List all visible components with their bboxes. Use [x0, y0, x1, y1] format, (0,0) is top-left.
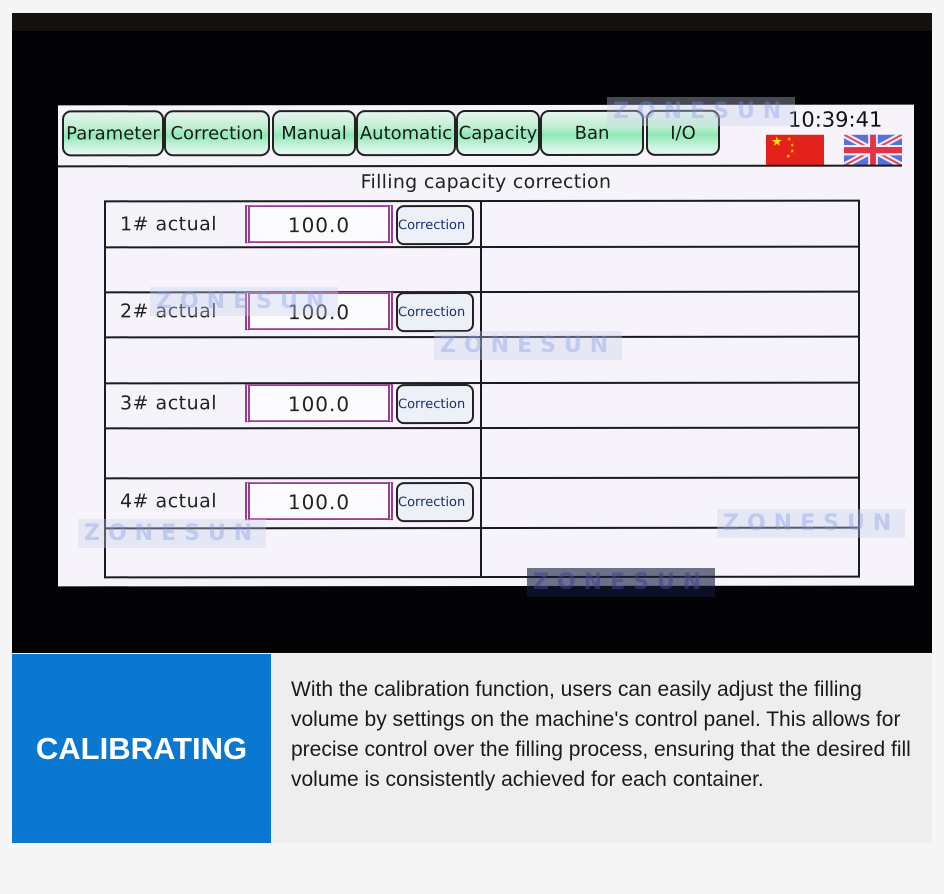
tab-manual[interactable]: Manual: [272, 110, 356, 157]
nozzle-row-3: 3# actual 100.0 Correction: [106, 382, 480, 426]
hmi-screen: Parameter Correction Manual Automatic Ca…: [58, 104, 914, 587]
star-icon: ★: [771, 134, 783, 150]
tab-ban[interactable]: Ban: [540, 109, 644, 156]
actual-value-input-4[interactable]: 100.0: [245, 482, 393, 521]
row-divider: [106, 476, 858, 480]
header-divider: [58, 164, 902, 168]
tab-io[interactable]: I/O: [646, 109, 720, 156]
feature-heading: CALIBRATING: [35, 730, 248, 766]
tab-capacity[interactable]: Capacity: [456, 109, 540, 157]
feature-banner: CALIBRATING With the calibration functio…: [12, 654, 932, 843]
actual-value-input-2[interactable]: 100.0: [245, 292, 393, 331]
clock: 10:39:41: [788, 107, 883, 132]
feature-description: With the calibration function, users can…: [291, 678, 911, 791]
star-icon: ★: [786, 153, 791, 160]
nozzle-row-2: 2# actual 100.0 Correction: [106, 290, 480, 334]
row-label: 1# actual: [120, 213, 218, 236]
nozzle-row-4: 4# actual 100.0 Correction: [106, 480, 480, 524]
correction-button-1[interactable]: Correction: [396, 205, 474, 246]
feature-heading-box: CALIBRATING: [12, 654, 271, 843]
correction-button-4[interactable]: Correction: [396, 482, 474, 523]
correction-button-2[interactable]: Correction: [396, 292, 474, 333]
correction-button-3[interactable]: Correction: [396, 384, 474, 425]
uk-flag-icon[interactable]: [844, 134, 902, 166]
row-divider: [106, 526, 858, 530]
column-divider: [480, 202, 482, 577]
page-title: Filling capacity correction: [360, 170, 612, 194]
row-label: 3# actual: [120, 392, 218, 415]
hmi-photo: Parameter Correction Manual Automatic Ca…: [12, 13, 932, 653]
actual-value-input-1[interactable]: 100.0: [245, 205, 393, 244]
row-label: 2# actual: [120, 300, 218, 323]
tab-parameter[interactable]: Parameter: [62, 110, 164, 157]
bezel-top: [12, 13, 932, 31]
nozzle-row-1: 1# actual 100.0 Correction: [106, 203, 480, 247]
tab-automatic[interactable]: Automatic: [356, 110, 456, 157]
row-label: 4# actual: [120, 490, 218, 513]
china-flag-icon[interactable]: ★ ★ ★ ★ ★: [766, 134, 824, 166]
actual-value-input-3[interactable]: 100.0: [245, 384, 393, 423]
row-divider: [106, 426, 858, 430]
star-icon: ★: [790, 148, 795, 155]
row-divider: [106, 335, 858, 339]
correction-table: 1# actual 100.0 Correction 2# actual 100…: [104, 199, 860, 579]
tab-correction[interactable]: Correction: [164, 110, 270, 157]
